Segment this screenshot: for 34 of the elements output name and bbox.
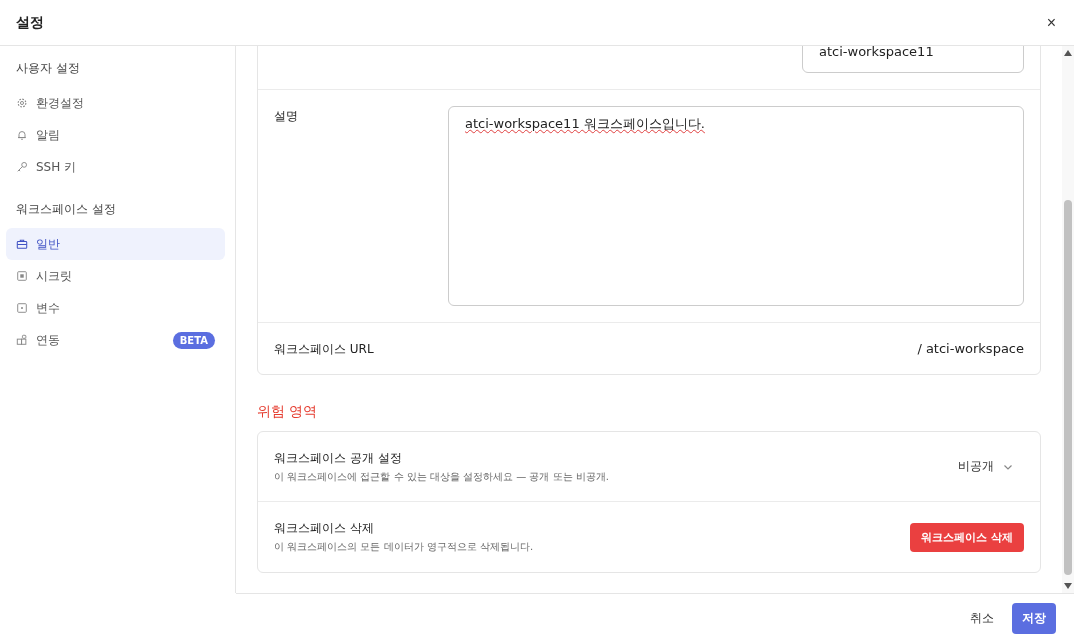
scroll-up-icon[interactable] (1064, 50, 1072, 56)
url-value: / atci-workspace (917, 341, 1024, 356)
sidebar-item[interactable]: 알림 (6, 119, 225, 151)
sidebar-item[interactable]: 변수 (6, 292, 225, 324)
window-title: 설정 (16, 13, 44, 32)
section-heading: 워크스페이스 설정 (15, 201, 117, 218)
setting-description: 이 워크스페이스의 모든 데이터가 영구적으로 삭제됩니다. (274, 540, 534, 554)
bell-icon (16, 129, 28, 141)
setting-description: 이 워크스페이스에 접근할 수 있는 대상을 설정하세요 — 공개 또는 비공개. (274, 469, 609, 484)
briefcase-icon (16, 238, 28, 250)
section-heading: 위험 영역 (257, 403, 319, 421)
sidebar-item[interactable]: 환경설정 (6, 87, 225, 119)
description-field[interactable]: atci-workspace11 워크스페이스입니다. (448, 106, 1024, 306)
field-label: 워크스페이스 URL (274, 341, 375, 358)
sidebar-item[interactable]: 연동 BETA (6, 324, 225, 356)
sidebar-item[interactable]: 일반 (6, 228, 225, 260)
scroll-down-icon[interactable] (1064, 583, 1072, 589)
beta-badge: BETA (172, 331, 215, 349)
setting-title: 워크스페이스 공개 설정 (274, 449, 403, 467)
gear-icon (16, 97, 28, 109)
key-icon (16, 161, 28, 173)
section-heading: 사용자 설정 (15, 60, 81, 77)
blocks-icon (16, 334, 28, 346)
save-button[interactable]: 저장 (1012, 603, 1056, 634)
close-button[interactable]: × (1044, 13, 1058, 32)
sidebar-item[interactable]: 시크릿 (6, 260, 225, 292)
setting-title: 워크스페이스 삭제 (274, 520, 375, 537)
cancel-button[interactable]: 취소 (962, 604, 1002, 633)
delete-button[interactable]: 워크스페이스 삭제 (910, 522, 1024, 552)
scrollbar[interactable] (1062, 46, 1074, 593)
name-field[interactable]: atci-workspace11 (802, 46, 1024, 73)
field-label: 설명 (274, 108, 299, 125)
sidebar-item[interactable]: SSH 키 (6, 151, 225, 183)
visibility-dropdown[interactable]: 비공개 (948, 458, 1024, 475)
